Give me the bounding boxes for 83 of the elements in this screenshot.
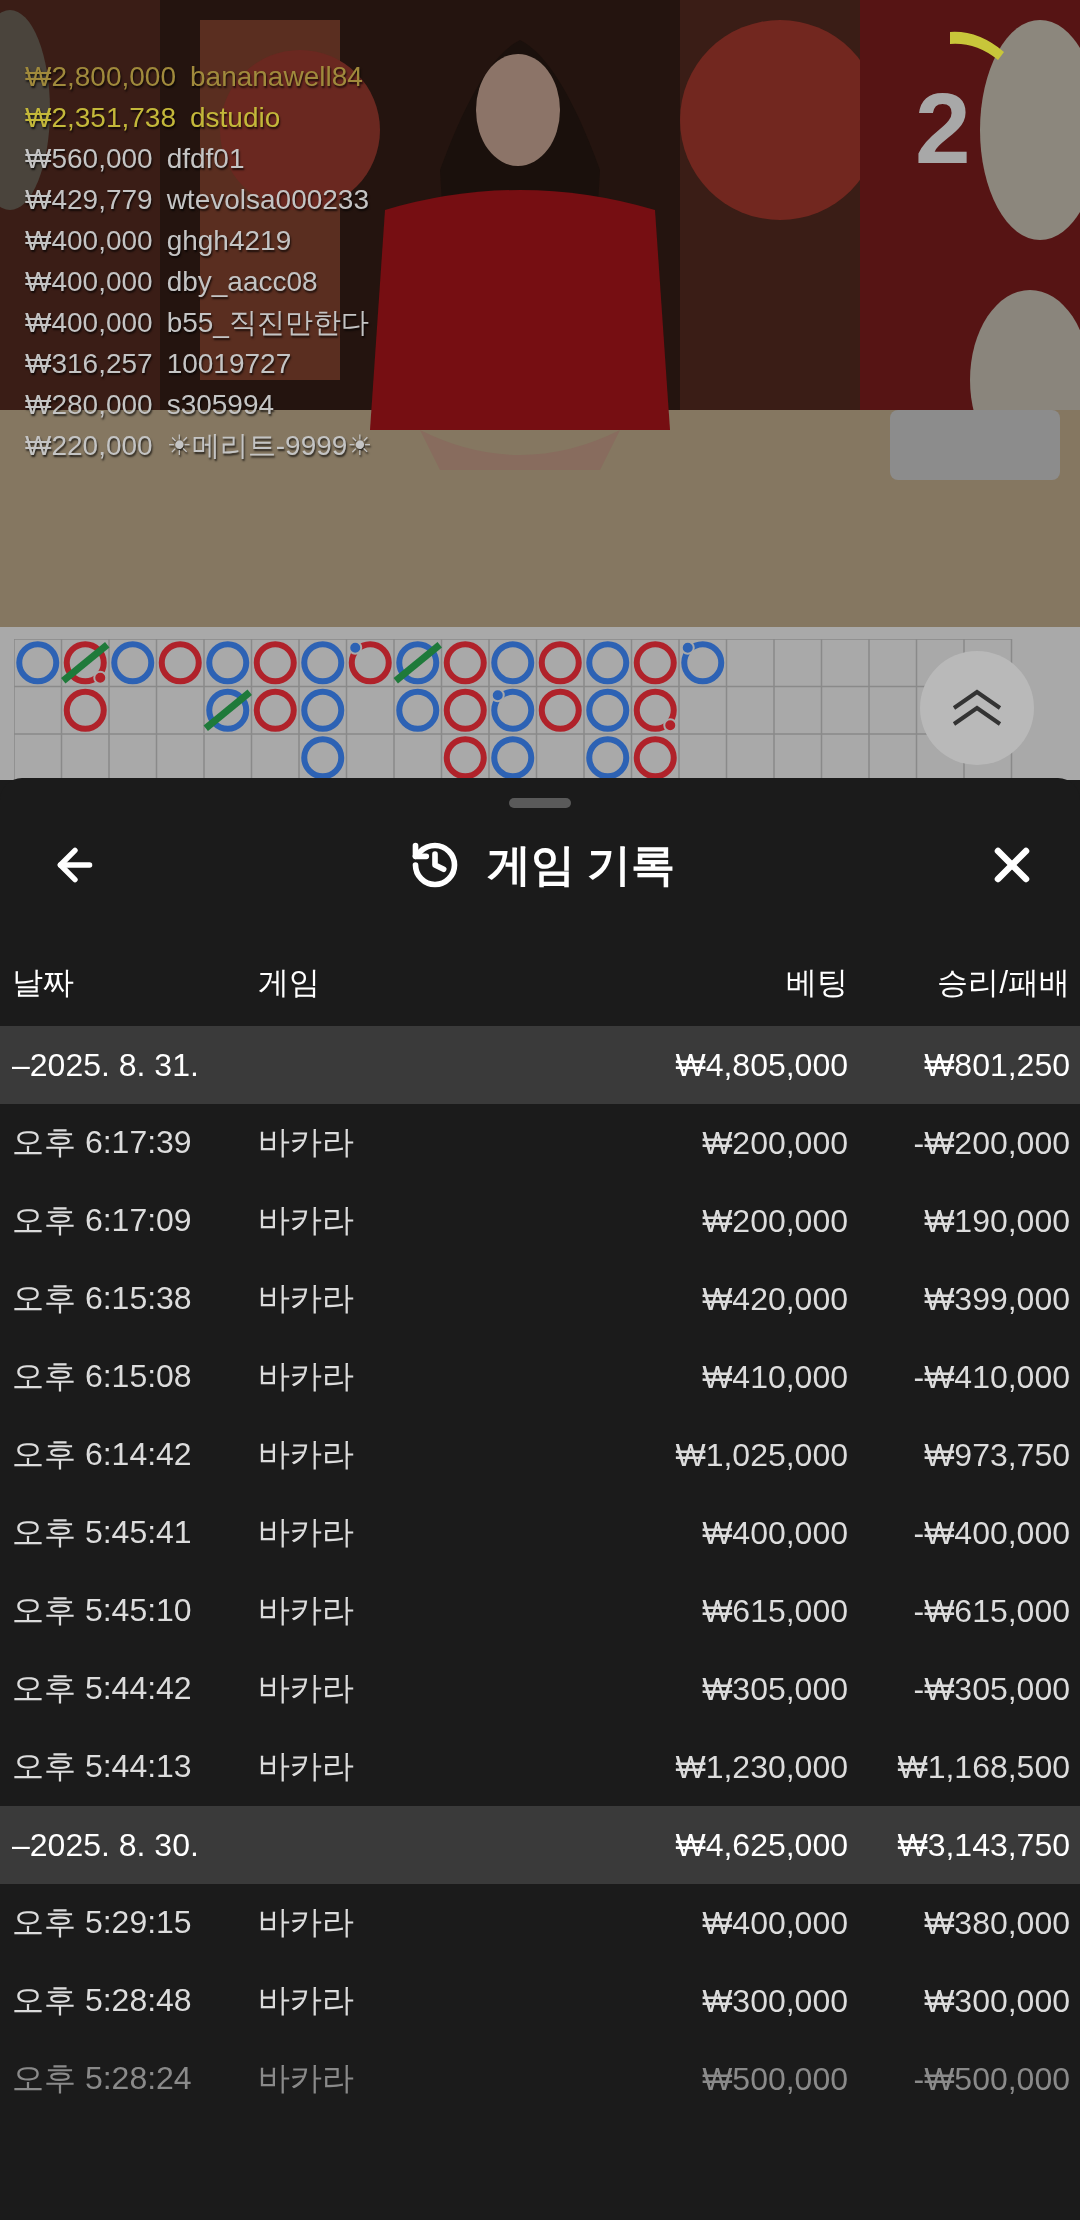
player-name: b55_직진만한다 (166, 306, 369, 340)
result-amount: ₩380,000 (923, 1904, 1070, 1942)
bet-amount: ₩1,230,000 (674, 1748, 848, 1786)
win-amount: ₩2,351,738 (25, 101, 176, 135)
group-bet-total: ₩4,625,000 (674, 1826, 848, 1864)
result-amount: -₩410,000 (912, 1358, 1070, 1396)
win-amount: ₩400,000 (25, 265, 153, 299)
bet-amount: ₩300,000 (701, 1982, 848, 2020)
game-name: 바카라 (258, 1669, 355, 1708)
column-header: 베팅 (785, 964, 848, 1002)
win-amount: ₩316,257 (25, 347, 153, 381)
game-name: 바카라 (258, 2059, 355, 2098)
player-name: 10019727 (166, 347, 292, 381)
column-header: 날짜 (12, 964, 75, 1002)
player-name: ☀메리트-9999☀ (166, 429, 373, 463)
player-name: s305994 (166, 388, 275, 422)
chevrons-up-icon (951, 688, 1003, 728)
bet-amount: ₩615,000 (701, 1592, 848, 1630)
result-amount: -₩305,000 (912, 1670, 1070, 1708)
bet-time: 오후 5:44:13 (12, 1747, 193, 1786)
player-name: wtevolsa000233 (166, 183, 369, 217)
bet-amount: ₩420,000 (701, 1280, 848, 1318)
game-name: 바카라 (258, 1513, 355, 1552)
game-name: 바카라 (258, 1903, 355, 1942)
win-amount: ₩400,000 (25, 306, 153, 340)
win-amount: ₩400,000 (25, 224, 153, 258)
drag-handle[interactable] (509, 798, 571, 808)
column-header: 게임 (258, 964, 321, 1002)
bet-time: 오후 6:15:08 (12, 1357, 193, 1396)
bet-amount: ₩400,000 (701, 1904, 848, 1942)
win-amount: ₩2,800,000 (25, 60, 176, 94)
win-amount: ₩280,000 (25, 388, 153, 422)
win-amount: ₩429,779 (25, 183, 153, 217)
bet-time: 오후 5:45:10 (12, 1591, 193, 1630)
game-name: 바카라 (258, 1201, 355, 1240)
group-date: –2025. 8. 31. (12, 1046, 200, 1084)
bet-time: 오후 6:17:09 (12, 1201, 193, 1240)
game-name: 바카라 (258, 1747, 355, 1786)
bet-amount: ₩200,000 (701, 1124, 848, 1162)
result-amount: ₩1,168,500 (896, 1748, 1070, 1786)
bet-amount: ₩305,000 (701, 1670, 848, 1708)
win-amount: ₩560,000 (25, 142, 153, 176)
bet-amount: ₩200,000 (701, 1202, 848, 1240)
countdown-timer: 2 (915, 78, 971, 178)
bet-time: 오후 5:28:24 (12, 2059, 193, 2098)
player-name: dstudio (190, 101, 281, 135)
win-amount: ₩220,000 (25, 429, 153, 463)
group-result-total: ₩801,250 (923, 1046, 1070, 1084)
bet-time: 오후 6:17:39 (12, 1123, 193, 1162)
group-date: –2025. 8. 30. (12, 1826, 200, 1864)
result-amount: -₩500,000 (912, 2060, 1070, 2098)
game-name: 바카라 (258, 1357, 355, 1396)
bet-amount: ₩500,000 (701, 2060, 848, 2098)
result-amount: -₩400,000 (912, 1514, 1070, 1552)
date-group-row[interactable]: –2025. 8. 31. ₩4,805,000 ₩801,250 (0, 1026, 1080, 1104)
bet-amount: ₩400,000 (701, 1514, 848, 1552)
group-result-total: ₩3,143,750 (896, 1826, 1070, 1864)
player-name: ghgh4219 (166, 224, 292, 258)
result-amount: -₩615,000 (912, 1592, 1070, 1630)
player-name: dfdf01 (166, 142, 245, 176)
bet-time: 오후 5:28:48 (12, 1981, 193, 2020)
player-name: dby_aacc08 (166, 265, 318, 299)
bet-time: 오후 6:14:42 (12, 1435, 193, 1474)
bet-time: 오후 6:15:38 (12, 1279, 193, 1318)
game-name: 바카라 (258, 1981, 355, 2020)
result-amount: ₩399,000 (923, 1280, 1070, 1318)
result-amount: ₩300,000 (923, 1982, 1070, 2020)
bet-amount: ₩1,025,000 (674, 1436, 848, 1474)
result-amount: -₩200,000 (912, 1124, 1070, 1162)
date-group-row[interactable]: –2025. 8. 30. ₩4,625,000 ₩3,143,750 (0, 1806, 1080, 1884)
sheet-title: 게임 기록 (486, 838, 676, 891)
bet-time: 오후 5:44:42 (12, 1669, 193, 1708)
game-name: 바카라 (258, 1591, 355, 1630)
bet-amount: ₩410,000 (701, 1358, 848, 1396)
game-name: 바카라 (258, 1435, 355, 1474)
column-header: 승리/패배 (936, 964, 1070, 1002)
result-amount: ₩190,000 (923, 1202, 1070, 1240)
result-amount: ₩973,750 (923, 1436, 1070, 1474)
game-name: 바카라 (258, 1123, 355, 1162)
game-name: 바카라 (258, 1279, 355, 1318)
bet-time: 오후 5:45:41 (12, 1513, 193, 1552)
bet-time: 오후 5:29:15 (12, 1903, 193, 1942)
group-bet-total: ₩4,805,000 (674, 1046, 848, 1084)
